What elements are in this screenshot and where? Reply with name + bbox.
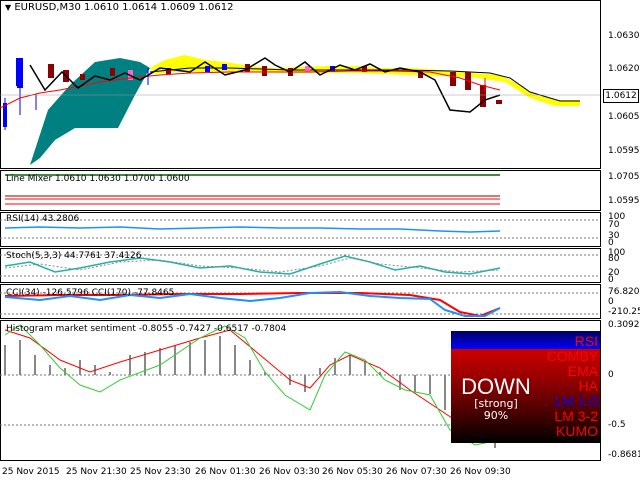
time-axis-label: 25 Nov 23:30 [130, 467, 191, 477]
time-axis-label: 26 Nov 05:30 [322, 467, 383, 477]
indicator-comby: COMBY [546, 348, 598, 364]
histogram-axis-label: 0 [608, 370, 614, 380]
cci-axis-label: 76.8201 [608, 287, 640, 297]
time-axis-label: 26 Nov 03:30 [259, 467, 320, 477]
price-axis-label: 1.0620 [608, 64, 640, 74]
cci-axis-label: 0 [608, 297, 614, 307]
histogram-bars [4, 336, 496, 448]
dropdown-triangle-icon[interactable]: ▼ [5, 3, 11, 12]
histogram-axis-label: -0.5 [608, 420, 626, 430]
stoch-axis-label: 80 [608, 254, 620, 264]
rsi-axis-label: 0 [608, 238, 614, 248]
cci-axis-label: -210.254 [608, 307, 640, 317]
time-axis-label: 26 Nov 09:30 [450, 467, 511, 477]
current-price-tag: 1.0612 [603, 89, 639, 103]
line-mixer-axis-label: 1.0705 [608, 172, 640, 182]
line-mixer-title: Line Mixer 1.0610 1.0630 1.0700 1.0600 [6, 174, 190, 184]
kumo-yellow-cloud [150, 55, 580, 106]
price-axis-label: 1.0595 [608, 146, 640, 156]
indicator-rsi: RSI [574, 333, 598, 349]
histogram-green-line [4, 324, 501, 446]
sentiment-percent: 90% [483, 409, 509, 422]
rsi-title: RSI(14) 43.2806 [6, 214, 80, 224]
symbol-header: ▼ EURUSD,M30 1.0610 1.0614 1.0609 1.0612 [5, 2, 234, 13]
cci-title: CCI(34) -126.5796 CCI(170) -77.8465 [6, 288, 175, 298]
rsi-line [4, 226, 501, 233]
time-axis-label: 26 Nov 07:30 [386, 467, 447, 477]
histogram-axis-label: 0.3092 [608, 320, 640, 330]
time-axis-label: 26 Nov 01:30 [195, 467, 256, 477]
indicator-lm-3-2: LM 3-2 [554, 408, 598, 424]
indicator-ema: EMA [567, 363, 598, 379]
rsi-axis-label: 70 [608, 220, 620, 230]
indicator-kumo: KUMO [556, 423, 598, 439]
rsi-pane-frame [0, 212, 601, 247]
sentiment-panel: DOWN [strong] 90% RSI COMBY EMA HA LM 1-… [451, 331, 600, 443]
stoch-axis-label: 0 [608, 275, 614, 285]
price-axis-label: 1.0605 [608, 112, 640, 122]
stoch-title: Stoch(5,3,3) 44.7761 37.4126 [6, 251, 142, 261]
price-axis-label: 1.0630 [608, 31, 640, 41]
time-axis-label: 25 Nov 21:30 [66, 467, 127, 477]
histogram-title: Histogram market sentiment -0.8055 -0.74… [6, 324, 287, 334]
time-axis-label: 25 Nov 2015 [2, 467, 60, 477]
indicator-lm-1-0: LM 1-0 [554, 393, 598, 409]
line-mixer-axis-label: 1.0595 [608, 196, 640, 206]
indicator-ha: HA [578, 378, 598, 394]
symbol-header-text: EURUSD,M30 1.0610 1.0614 1.0609 1.0612 [14, 2, 234, 13]
histogram-axis-label: -0.8681 [608, 450, 640, 460]
